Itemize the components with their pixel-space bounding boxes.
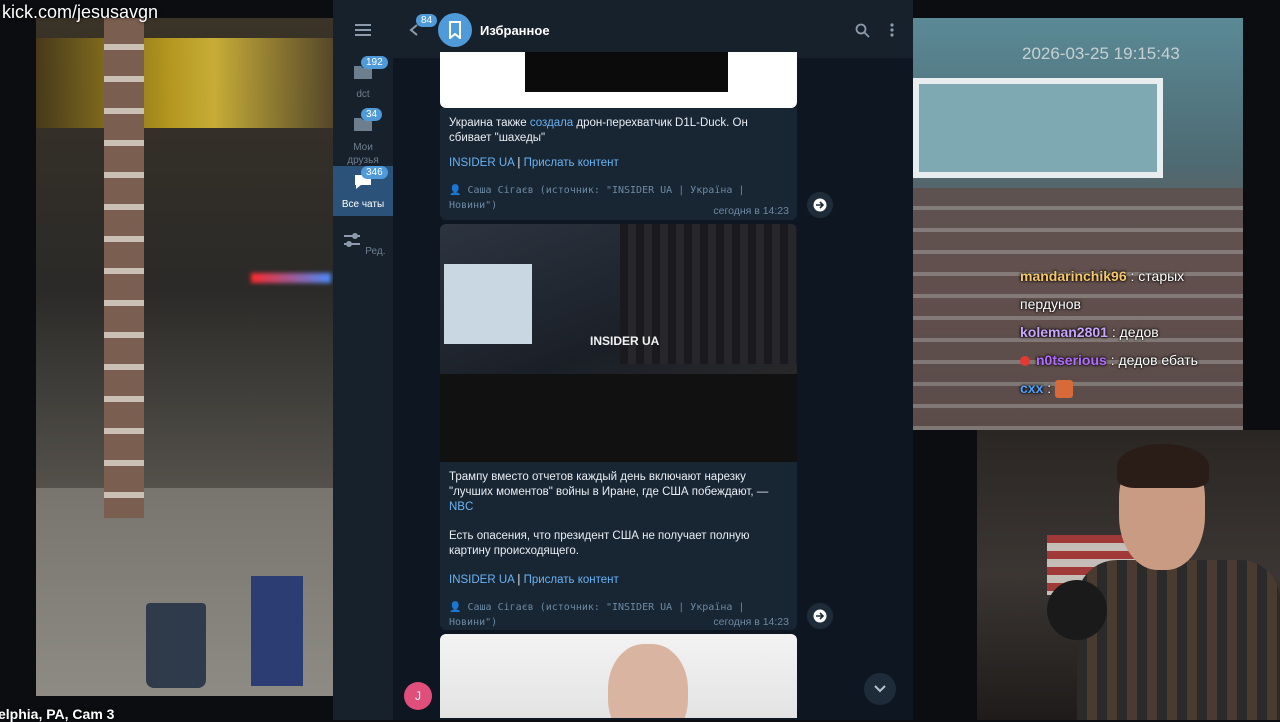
stream-chat: mandarinchik96 : старых пердунов koleman…: [1020, 262, 1240, 402]
message-bubble: Украина также создала дрон-перехватчик D…: [440, 108, 797, 220]
separator: |: [517, 574, 521, 586]
forward-button[interactable]: [807, 192, 833, 218]
forward-icon: [813, 198, 827, 212]
chat-username: koleman2801: [1020, 324, 1108, 340]
message-links: INSIDER UA | Прислать контент: [440, 563, 797, 592]
source-link[interactable]: INSIDER UA: [449, 157, 514, 169]
unread-badge: 346: [361, 166, 388, 179]
message-photo[interactable]: [440, 52, 797, 108]
folder-dct[interactable]: 192 dct: [333, 56, 393, 100]
trash-bin: [146, 603, 206, 688]
chevron-down-icon: [874, 685, 886, 693]
forward-button[interactable]: [807, 603, 833, 629]
scroll-down-button[interactable]: [864, 673, 896, 705]
message-text: Украина также создала дрон-перехватчик D…: [440, 108, 797, 150]
message-time: сегодня в 14:23: [713, 616, 789, 628]
folder-label: dct: [356, 89, 370, 100]
sliders-icon: [343, 233, 360, 247]
search-icon[interactable]: [855, 23, 870, 38]
folder-my-friends[interactable]: 34 Мои друзья: [333, 108, 393, 167]
photo-face: [608, 644, 688, 718]
microphone: [1047, 580, 1107, 640]
emote-icon: [1055, 380, 1074, 399]
submit-content-link[interactable]: Прислать контент: [524, 157, 619, 169]
photo-content: [525, 52, 728, 92]
folder-all-chats[interactable]: 346 Все чаты: [333, 166, 393, 216]
building-window: [913, 78, 1163, 178]
badge-icon: [1020, 356, 1030, 367]
chat-text: :: [1047, 380, 1052, 396]
camera-timestamp: 2026-03-25 19:15:43: [1022, 44, 1180, 63]
message-text: Есть опасения, что президент США не полу…: [449, 530, 750, 557]
text-span: Трампу вместо отчетов каждый день включа…: [449, 471, 769, 498]
store-awning: [36, 38, 333, 128]
chat-title[interactable]: Избранное: [480, 23, 550, 38]
message-bubble: INSIDER UA Трампу вместо отчетов каждый …: [440, 224, 797, 630]
folder-label: Все чаты: [341, 199, 385, 210]
more-icon[interactable]: [886, 22, 898, 38]
inline-link[interactable]: создала: [530, 117, 573, 129]
chat-username: n0tserious: [1036, 352, 1107, 368]
separator: |: [517, 157, 521, 169]
mailbox: [251, 576, 303, 686]
streamer-body: [1077, 560, 1280, 720]
edit-folders[interactable]: Ред.: [333, 230, 393, 257]
chat-message: n0tserious : дедов ебать: [1020, 346, 1240, 374]
photo-watermark: INSIDER UA: [590, 334, 660, 348]
chat-text: : дедов ебать: [1110, 352, 1198, 368]
brick-pillar: [104, 18, 144, 518]
text-span: Украина также: [449, 117, 530, 129]
user-avatar[interactable]: J: [404, 682, 432, 710]
message-time: сегодня в 14:23: [713, 205, 789, 217]
folder-label: Мои друзья: [347, 142, 379, 166]
message-photo[interactable]: [440, 634, 797, 718]
message-text: Трампу вместо отчетов каждый день включа…: [440, 462, 797, 519]
photo-table: [440, 374, 797, 462]
submit-content-link[interactable]: Прислать контент: [524, 574, 619, 586]
unread-badge: 192: [361, 56, 388, 69]
chat-text: : дедов: [1111, 324, 1159, 340]
unread-badge: 34: [361, 108, 383, 121]
chat-message: mandarinchik96 : старых пердунов: [1020, 262, 1240, 318]
menu-button[interactable]: [333, 20, 393, 47]
message-photo[interactable]: INSIDER UA: [440, 224, 797, 462]
chat-message: cxx :: [1020, 374, 1240, 402]
inline-link[interactable]: NBC: [449, 501, 473, 513]
stream-url: kick.com/jesusavgn: [2, 2, 159, 22]
bookmark-icon: [449, 21, 461, 39]
chat-username: mandarinchik96: [1020, 268, 1127, 284]
police-lights: [251, 273, 331, 283]
street-camera-left: [36, 18, 333, 696]
back-unread-badge: 84: [416, 14, 438, 27]
source-link[interactable]: INSIDER UA: [449, 574, 514, 586]
streamer-hair: [1117, 444, 1209, 488]
folder-rail: 192 dct 34 Мои друзья 346 Все чаты Ред.: [333, 0, 393, 720]
chat-username: cxx: [1020, 380, 1044, 396]
message-links: INSIDER UA | Прислать контент: [440, 150, 797, 175]
chat-message: koleman2801 : дедов: [1020, 318, 1240, 346]
streamer-webcam: [977, 430, 1280, 720]
forward-icon: [813, 609, 827, 623]
photo-map: [444, 264, 532, 344]
saved-messages-avatar[interactable]: [438, 13, 472, 47]
hamburger-icon: [355, 24, 371, 36]
folder-label: Ред.: [365, 246, 386, 257]
